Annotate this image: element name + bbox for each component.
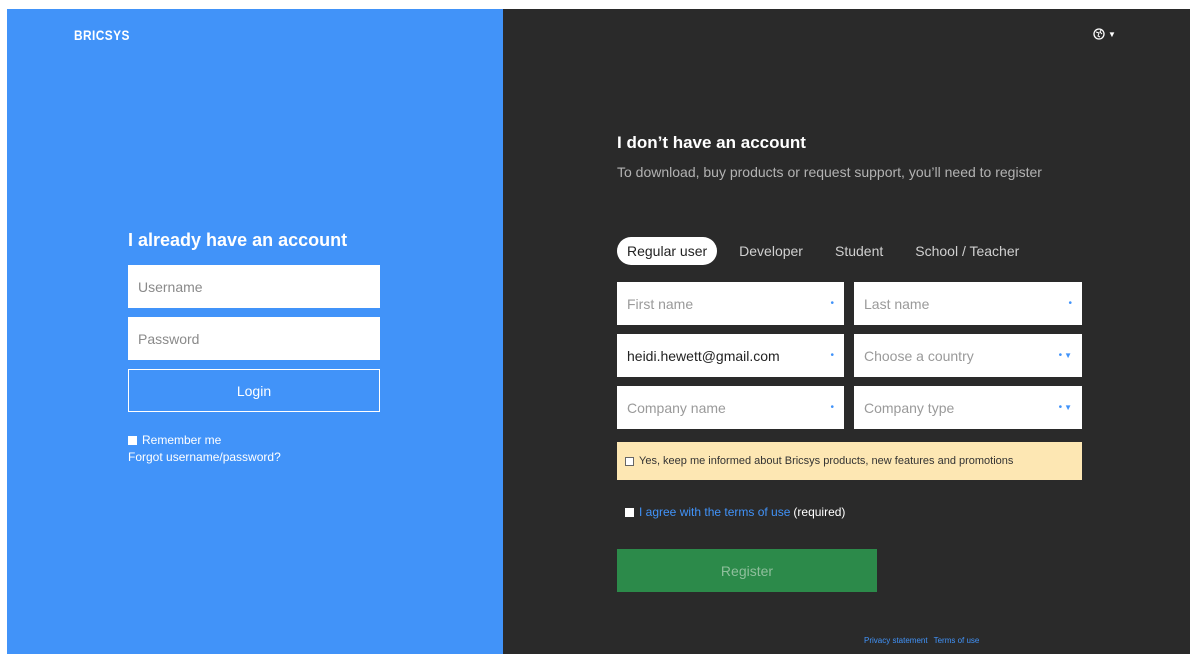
login-title: I already have an account bbox=[128, 230, 348, 250]
first-name-field[interactable]: First name • bbox=[617, 282, 844, 325]
remember-label: Remember me bbox=[142, 433, 222, 447]
language-selector[interactable]: ▼ bbox=[1093, 28, 1116, 40]
login-button[interactable]: Login bbox=[128, 369, 380, 412]
country-placeholder: Choose a country bbox=[864, 347, 974, 364]
forgot-password-link[interactable]: Forgot username/password? bbox=[128, 450, 281, 464]
newsletter-label: Yes, keep me informed about Bricsys prod… bbox=[639, 455, 1014, 467]
tab-student[interactable]: Student bbox=[825, 237, 893, 265]
tab-regular-user[interactable]: Regular user bbox=[617, 237, 718, 265]
register-title: I don’t have an account bbox=[617, 133, 806, 152]
country-select[interactable]: Choose a country • ▼ bbox=[854, 334, 1082, 377]
username-input[interactable] bbox=[128, 265, 380, 308]
required-dot-icon: • bbox=[1058, 402, 1063, 413]
required-dot-icon: • bbox=[1068, 298, 1072, 309]
email-field[interactable]: heidi.hewett@gmail.com • bbox=[617, 334, 844, 377]
password-input[interactable] bbox=[128, 317, 380, 360]
last-name-field[interactable]: Last name • bbox=[854, 282, 1082, 325]
register-panel: ▼ I don’t have an account To download, b… bbox=[503, 9, 1190, 654]
remember-checkbox[interactable] bbox=[128, 435, 137, 445]
terms-link[interactable]: I agree with the terms of use bbox=[639, 505, 790, 519]
company-name-placeholder: Company name bbox=[627, 399, 726, 416]
required-dot-icon: • bbox=[830, 402, 834, 413]
tab-school-teacher[interactable]: School / Teacher bbox=[905, 237, 1029, 265]
caret-down-icon: ▼ bbox=[1064, 403, 1072, 412]
email-value: heidi.hewett@gmail.com bbox=[627, 347, 780, 364]
last-name-placeholder: Last name bbox=[864, 295, 930, 312]
required-dot-icon: • bbox=[1058, 350, 1063, 361]
remember-me[interactable]: Remember me bbox=[128, 433, 221, 447]
terms-checkbox[interactable] bbox=[625, 507, 634, 517]
company-name-field[interactable]: Company name • bbox=[617, 386, 844, 429]
newsletter-checkbox[interactable] bbox=[625, 456, 634, 466]
register-subtitle: To download, buy products or request sup… bbox=[617, 164, 1042, 180]
newsletter-option[interactable]: Yes, keep me informed about Bricsys prod… bbox=[617, 442, 1082, 480]
login-panel: BRICSYS I already have an account Login … bbox=[7, 9, 503, 654]
company-type-select[interactable]: Company type • ▼ bbox=[854, 386, 1082, 429]
user-type-tabs: Regular user Developer Student School / … bbox=[617, 236, 1041, 266]
first-name-placeholder: First name bbox=[627, 295, 694, 312]
required-dot-icon: • bbox=[830, 350, 834, 361]
tab-developer[interactable]: Developer bbox=[729, 237, 813, 265]
register-button[interactable]: Register bbox=[617, 549, 877, 592]
terms-agreement: I agree with the terms of use (required) bbox=[625, 505, 845, 519]
globe-icon bbox=[1093, 28, 1105, 40]
required-dot-icon: • bbox=[830, 298, 834, 309]
caret-down-icon: ▼ bbox=[1064, 351, 1072, 360]
privacy-statement-link[interactable]: Privacy statement bbox=[864, 636, 928, 645]
caret-down-icon: ▼ bbox=[1108, 29, 1116, 39]
bricsys-logo[interactable]: BRICSYS bbox=[74, 27, 130, 43]
company-type-placeholder: Company type bbox=[864, 399, 955, 416]
terms-of-use-link[interactable]: Terms of use bbox=[934, 636, 980, 645]
footer-links: Privacy statement Terms of use bbox=[864, 636, 979, 645]
terms-required-label: (required) bbox=[793, 505, 846, 519]
